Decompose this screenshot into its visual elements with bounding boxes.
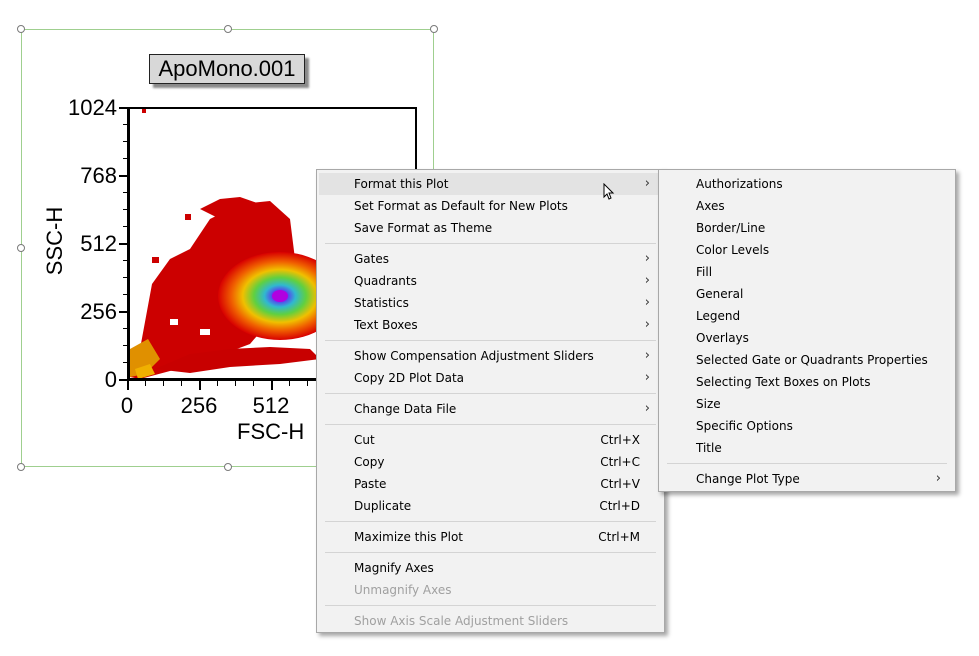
- submenu-item-size[interactable]: Size: [661, 393, 953, 415]
- menu-item-copy[interactable]: Copy Ctrl+C: [319, 451, 662, 473]
- chevron-right-icon: ›: [644, 176, 650, 191]
- menu-item-copy-2d-data[interactable]: Copy 2D Plot Data ›: [319, 367, 662, 389]
- menu-item-save-format-theme[interactable]: Save Format as Theme: [319, 217, 662, 239]
- x-tick-label: 256: [180, 393, 218, 418]
- y-minor-tick: [123, 226, 128, 227]
- y-minor-tick: [123, 124, 128, 125]
- resize-handle-left[interactable]: [17, 244, 25, 252]
- menu-item-compensation-sliders[interactable]: Show Compensation Adjustment Sliders ›: [319, 345, 662, 367]
- x-minor-tick: [217, 381, 218, 386]
- y-tick-label: 0: [104, 367, 117, 392]
- x-minor-tick: [253, 381, 254, 386]
- menu-item-gates[interactable]: Gates ›: [319, 248, 662, 270]
- submenu-item-title[interactable]: Title: [661, 437, 953, 459]
- x-tick-label: 512: [252, 393, 290, 418]
- menu-item-change-data-file[interactable]: Change Data File ›: [319, 398, 662, 420]
- menu-separator: [325, 243, 656, 244]
- y-minor-tick: [123, 277, 128, 278]
- chevron-right-icon: ›: [935, 471, 941, 486]
- y-major-tick: [119, 311, 128, 313]
- x-minor-tick: [235, 381, 236, 386]
- format-submenu: Authorizations Axes Border/Line Color Le…: [658, 169, 956, 492]
- y-tick-label: 1024: [68, 95, 117, 120]
- submenu-item-color-levels[interactable]: Color Levels: [661, 239, 953, 261]
- y-major-tick: [119, 175, 128, 177]
- resize-handle-bottom-left[interactable]: [17, 463, 25, 471]
- menu-separator: [325, 393, 656, 394]
- submenu-item-fill[interactable]: Fill: [661, 261, 953, 283]
- x-minor-tick: [145, 381, 146, 386]
- y-minor-tick: [123, 345, 128, 346]
- x-tick-label: 0: [120, 393, 134, 418]
- y-major-tick: [119, 243, 128, 245]
- menu-item-quadrants[interactable]: Quadrants ›: [319, 270, 662, 292]
- y-minor-tick: [123, 141, 128, 142]
- menu-separator: [325, 605, 656, 606]
- y-minor-tick: [123, 294, 128, 295]
- chevron-right-icon: ›: [644, 295, 650, 310]
- submenu-item-authorizations[interactable]: Authorizations: [661, 173, 953, 195]
- menu-item-maximize-plot[interactable]: Maximize this Plot Ctrl+M: [319, 526, 662, 548]
- resize-handle-top-left[interactable]: [17, 25, 25, 33]
- chevron-right-icon: ›: [644, 370, 650, 385]
- y-axis-title[interactable]: SSC-H: [42, 206, 68, 276]
- y-minor-tick: [123, 260, 128, 261]
- menu-item-cut[interactable]: Cut Ctrl+X: [319, 429, 662, 451]
- submenu-item-general[interactable]: General: [661, 283, 953, 305]
- menu-separator: [325, 424, 656, 425]
- submenu-item-border-line[interactable]: Border/Line: [661, 217, 953, 239]
- submenu-item-overlays[interactable]: Overlays: [661, 327, 953, 349]
- chevron-right-icon: ›: [644, 401, 650, 416]
- submenu-item-gate-quadrant-properties[interactable]: Selected Gate or Quadrants Properties: [661, 349, 953, 371]
- submenu-item-axes[interactable]: Axes: [661, 195, 953, 217]
- context-menu: Format this Plot › Set Format as Default…: [316, 169, 665, 633]
- x-minor-tick: [289, 381, 290, 386]
- menu-item-text-boxes[interactable]: Text Boxes ›: [319, 314, 662, 336]
- x-minor-tick: [307, 381, 308, 386]
- chevron-right-icon: ›: [644, 317, 650, 332]
- y-tick-label: 256: [80, 299, 117, 324]
- submenu-item-specific-options[interactable]: Specific Options: [661, 415, 953, 437]
- menu-item-axis-scale-sliders: Show Axis Scale Adjustment Sliders: [354, 614, 569, 628]
- menu-separator: [325, 340, 656, 341]
- x-minor-tick: [163, 381, 164, 386]
- y-minor-tick: [123, 328, 128, 329]
- menu-item-paste[interactable]: Paste Ctrl+V: [319, 473, 662, 495]
- chevron-right-icon: ›: [644, 348, 650, 363]
- chevron-right-icon: ›: [644, 251, 650, 266]
- y-minor-tick: [123, 362, 128, 363]
- resize-handle-top[interactable]: [224, 25, 232, 33]
- menu-separator: [325, 521, 656, 522]
- submenu-item-selecting-text-boxes[interactable]: Selecting Text Boxes on Plots: [661, 371, 953, 393]
- resize-handle-top-right[interactable]: [430, 25, 438, 33]
- menu-item-duplicate[interactable]: Duplicate Ctrl+D: [319, 495, 662, 517]
- x-major-tick: [199, 381, 201, 390]
- y-minor-tick: [123, 209, 128, 210]
- y-minor-tick: [123, 158, 128, 159]
- menu-separator: [667, 463, 947, 464]
- y-major-tick: [119, 107, 128, 109]
- menu-item-magnify-axes[interactable]: Magnify Axes: [319, 557, 662, 579]
- y-minor-tick: [123, 192, 128, 193]
- x-minor-tick: [181, 381, 182, 386]
- x-major-tick: [271, 381, 273, 390]
- y-tick-label: 768: [80, 163, 117, 188]
- resize-handle-bottom[interactable]: [224, 463, 232, 471]
- menu-separator: [325, 552, 656, 553]
- menu-item-statistics[interactable]: Statistics ›: [319, 292, 662, 314]
- chevron-right-icon: ›: [644, 273, 650, 288]
- submenu-item-change-plot-type[interactable]: Change Plot Type ›: [661, 468, 953, 490]
- plot-title[interactable]: ApoMono.001: [149, 54, 305, 84]
- x-axis-title[interactable]: FSC-H: [237, 419, 304, 445]
- submenu-item-legend[interactable]: Legend: [661, 305, 953, 327]
- mouse-pointer-icon: [603, 183, 615, 200]
- menu-item-unmagnify-axes: Unmagnify Axes: [354, 583, 452, 597]
- x-major-tick: [127, 381, 129, 390]
